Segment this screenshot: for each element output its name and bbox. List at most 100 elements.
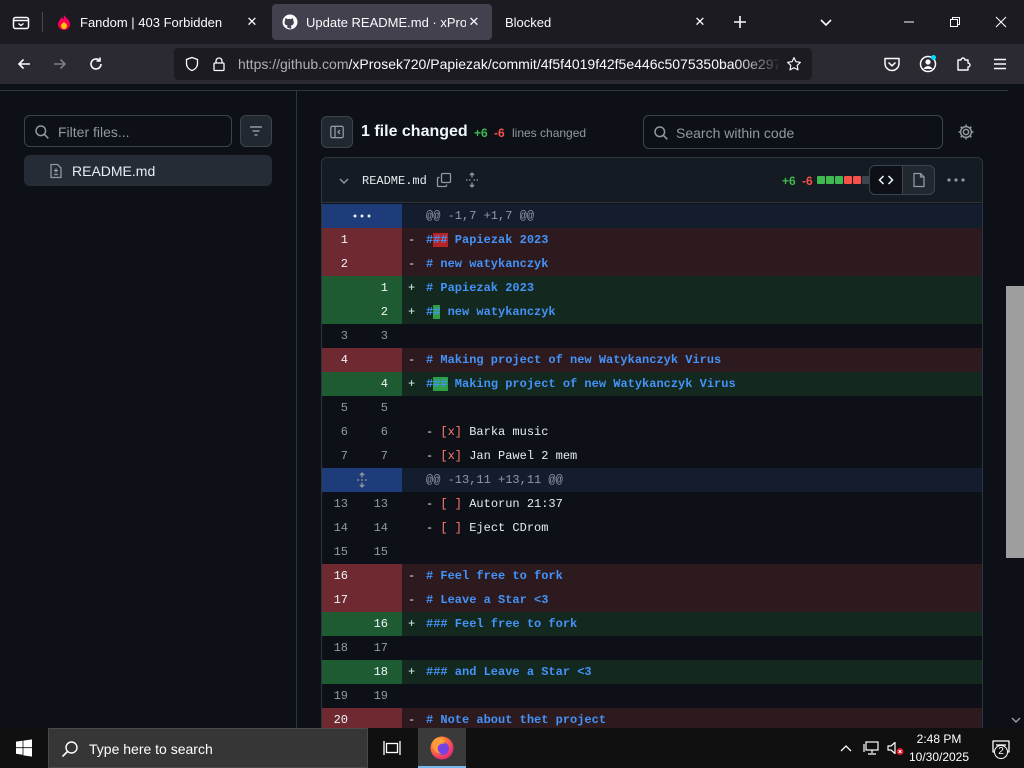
url-bar[interactable]: https://github.com/xProsek720/Papiezak/c…	[174, 48, 812, 80]
restore-button[interactable]	[932, 0, 978, 44]
network-tray-button[interactable]	[860, 728, 884, 768]
new-line-number[interactable]	[362, 228, 402, 252]
diff-settings-button[interactable]	[954, 120, 978, 144]
file-diff-header: README.md +6 -6	[322, 158, 982, 203]
extensions-button[interactable]	[948, 48, 980, 80]
expand-all-lines-button[interactable]	[462, 170, 482, 190]
new-line-number[interactable]: 13	[362, 492, 402, 516]
old-line-number[interactable]: 5	[322, 396, 362, 420]
clock-date: 10/30/2025	[908, 750, 970, 764]
filter-options-button[interactable]	[240, 115, 272, 147]
old-line-number[interactable]	[322, 300, 362, 324]
minimize-button[interactable]	[886, 0, 932, 44]
url-text[interactable]: https://github.com/xProsek720/Papiezak/c…	[238, 56, 778, 74]
new-line-number[interactable]: 1	[362, 276, 402, 300]
old-line-number[interactable]: 14	[322, 516, 362, 540]
diff-sign: +	[408, 617, 416, 631]
rich-file-view-button[interactable]	[903, 166, 934, 194]
old-line-number[interactable]: 16	[322, 564, 362, 588]
pocket-button[interactable]	[876, 48, 908, 80]
back-button[interactable]	[8, 48, 40, 80]
new-line-number[interactable]: 18	[362, 660, 402, 684]
tab-fandom[interactable]: Fandom | 403 Forbidden ✕	[46, 4, 270, 40]
new-line-number[interactable]	[362, 252, 402, 276]
app-menu-button[interactable]	[984, 48, 1016, 80]
taskbar-firefox[interactable]	[418, 728, 466, 768]
old-line-number[interactable]: 17	[322, 588, 362, 612]
new-line-number[interactable]: 4	[362, 372, 402, 396]
code-view-button[interactable]	[870, 166, 903, 194]
show-hidden-icons-button[interactable]	[836, 728, 856, 768]
old-line-number[interactable]	[322, 276, 362, 300]
url-host: https://github.com	[238, 56, 349, 72]
copy-path-button[interactable]	[434, 170, 454, 190]
start-button[interactable]	[0, 728, 48, 768]
old-line-number[interactable]	[322, 612, 362, 636]
close-tab-icon[interactable]: ✕	[692, 14, 708, 30]
task-view-button[interactable]	[372, 728, 412, 768]
toggle-file-tree-button[interactable]	[321, 116, 353, 148]
scroll-down-button[interactable]	[1008, 712, 1024, 728]
taskbar-clock[interactable]: 2:48 PM 10/30/2025	[904, 730, 974, 766]
new-line-number[interactable]	[362, 708, 402, 728]
search-within-code-input[interactable]: Search within code	[643, 115, 943, 149]
new-line-number[interactable]	[362, 588, 402, 612]
old-line-number[interactable]: 13	[322, 492, 362, 516]
new-line-number[interactable]: 15	[362, 540, 402, 564]
old-line-number[interactable]: 20	[322, 708, 362, 728]
lock-icon[interactable]	[211, 56, 227, 72]
file-options-button[interactable]	[944, 170, 968, 190]
tab-github[interactable]: Update README.md · xProsek720/Papiezak ✕	[272, 4, 492, 40]
new-tab-button[interactable]	[724, 6, 756, 38]
new-line-number[interactable]: 7	[362, 444, 402, 468]
old-line-number[interactable]: 1	[322, 228, 362, 252]
new-line-number[interactable]: 17	[362, 636, 402, 660]
old-line-number[interactable]	[322, 660, 362, 684]
bookmark-star-icon[interactable]	[786, 56, 802, 72]
old-line-number[interactable]: 4	[322, 348, 362, 372]
code-line: # Making project of new Watykanczyk Viru…	[426, 348, 976, 372]
code-token: Eject CDrom	[462, 521, 549, 535]
new-line-number[interactable]: 16	[362, 612, 402, 636]
close-window-button[interactable]	[978, 0, 1024, 44]
expand-hunk-button[interactable]	[322, 204, 402, 228]
new-line-number[interactable]: 3	[362, 324, 402, 348]
tab-blocked[interactable]: Blocked ✕	[494, 4, 718, 40]
tracking-protection-shield-icon[interactable]	[184, 56, 200, 72]
collapse-file-button[interactable]	[334, 171, 354, 191]
taskbar-search-box[interactable]: Type here to search	[48, 728, 368, 768]
old-line-number[interactable]	[322, 372, 362, 396]
filter-files-input[interactable]: Filter files...	[24, 115, 232, 147]
old-line-number[interactable]: 7	[322, 444, 362, 468]
page-scrollbar-thumb[interactable]	[1006, 286, 1024, 558]
tab-overflow-button[interactable]	[810, 6, 842, 38]
old-line-number[interactable]: 19	[322, 684, 362, 708]
new-line-number[interactable]	[362, 564, 402, 588]
new-line-number[interactable]	[362, 348, 402, 372]
diff-sign: -	[408, 233, 416, 247]
old-line-number[interactable]: 3	[322, 324, 362, 348]
list-all-tabs-button[interactable]	[0, 0, 42, 44]
old-line-number[interactable]: 18	[322, 636, 362, 660]
file-tree-item-readme[interactable]: README.md	[24, 155, 272, 186]
forward-button[interactable]	[44, 48, 76, 80]
old-line-number[interactable]: 6	[322, 420, 362, 444]
file-name[interactable]: README.md	[362, 174, 427, 188]
close-tab-icon[interactable]: ✕	[466, 14, 482, 30]
diff-line-deletion: 16 - # Feel free to fork	[322, 564, 982, 588]
volume-tray-button[interactable]	[884, 728, 906, 768]
old-line-number[interactable]: 2	[322, 252, 362, 276]
diff-sign: -	[408, 569, 416, 583]
close-tab-icon[interactable]: ✕	[244, 14, 260, 30]
account-button[interactable]	[912, 48, 944, 80]
reload-button[interactable]	[80, 48, 112, 80]
new-line-number[interactable]: 2	[362, 300, 402, 324]
expand-hunk-button[interactable]	[322, 468, 402, 492]
new-line-number[interactable]: 14	[362, 516, 402, 540]
new-line-number[interactable]: 19	[362, 684, 402, 708]
new-line-number[interactable]: 5	[362, 396, 402, 420]
old-line-number[interactable]: 15	[322, 540, 362, 564]
new-line-number[interactable]: 6	[362, 420, 402, 444]
